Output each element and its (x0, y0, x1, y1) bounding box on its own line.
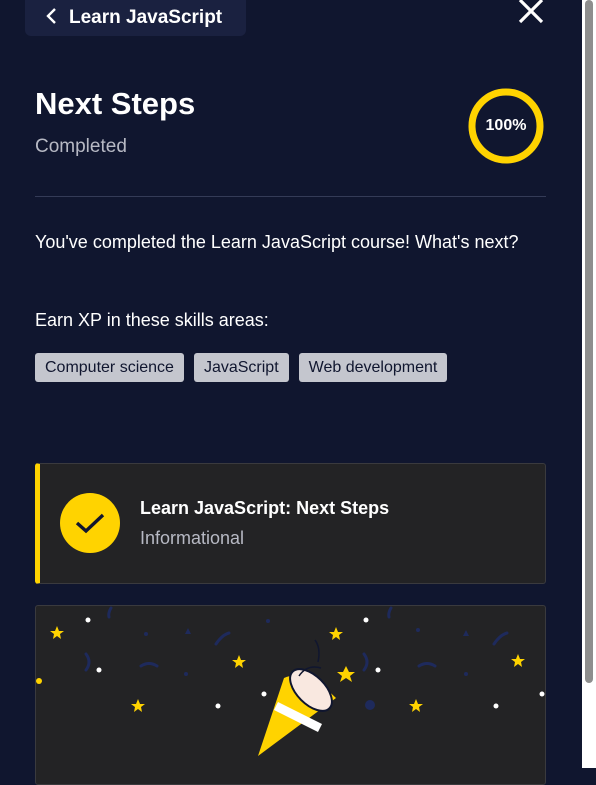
completion-status: Completed (35, 136, 127, 157)
skill-tags: Computer science JavaScript Web developm… (35, 353, 448, 382)
scrollbar-thumb[interactable] (585, 0, 593, 683)
progress-percent: 100% (485, 117, 527, 134)
skill-tag[interactable]: JavaScript (193, 353, 289, 382)
next-steps-card-title: Learn JavaScript: Next Steps (140, 498, 390, 518)
scrollbar[interactable] (582, 0, 596, 768)
chevron-left-icon (45, 7, 57, 29)
progress-ring: 100% (467, 87, 545, 165)
party-popper-icon (258, 639, 336, 756)
skill-tag[interactable]: Computer science (35, 353, 184, 382)
divider (35, 196, 546, 197)
next-steps-card[interactable]: Learn JavaScript: Next Steps Information… (35, 463, 546, 584)
checkmark-icon (60, 493, 120, 553)
confetti-graphic (36, 606, 545, 756)
back-to-course-button[interactable]: Learn JavaScript (25, 0, 246, 36)
back-button-label: Learn JavaScript (69, 7, 223, 28)
skill-tag[interactable]: Web development (298, 353, 448, 382)
celebration-illustration (35, 605, 546, 785)
close-icon (517, 0, 545, 30)
close-button[interactable] (514, 0, 548, 30)
next-steps-card-subtitle: Informational (140, 528, 245, 548)
page-title: Next Steps (35, 86, 196, 121)
completion-message: You've completed the Learn JavaScript co… (35, 232, 519, 252)
skills-heading: Earn XP in these skills areas: (35, 310, 269, 330)
